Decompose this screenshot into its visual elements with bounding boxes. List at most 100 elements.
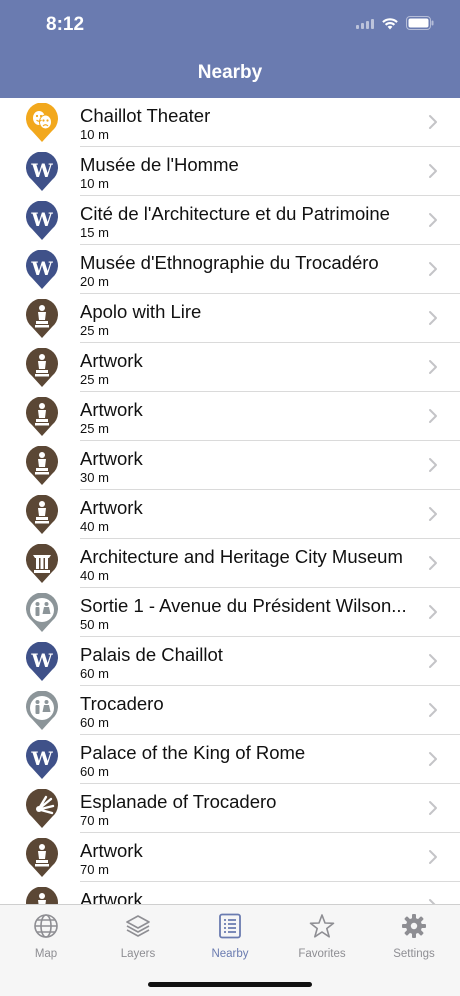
place-distance: 60 m [80, 715, 109, 730]
list-item[interactable]: W Musée de l'Homme 10 m [0, 147, 460, 196]
place-name: Artwork [80, 399, 143, 420]
place-name: Palais de Chaillot [80, 644, 223, 665]
restroom-icon [24, 592, 60, 633]
viewpoint-icon [24, 788, 60, 829]
theater-icon [24, 102, 60, 143]
tab-favorites[interactable]: Favorites [276, 913, 368, 967]
chevron-right-icon [428, 653, 438, 674]
place-distance: 10 m [80, 127, 109, 142]
place-distance: 25 m [80, 372, 109, 387]
list-item[interactable]: Artwork 25 m [0, 392, 460, 441]
svg-text:W: W [30, 650, 53, 672]
place-name: Musée de l'Homme [80, 154, 239, 175]
list-item[interactable]: Artwork 40 m [0, 490, 460, 539]
battery-icon [406, 16, 434, 30]
wikipedia-icon: W [24, 249, 60, 290]
place-distance: 30 m [80, 470, 109, 485]
chevron-right-icon [428, 702, 438, 723]
place-name: Esplanade of Trocadero [80, 791, 277, 812]
chevron-right-icon [428, 163, 438, 184]
list-item[interactable]: Apolo with Lire 25 m [0, 294, 460, 343]
tab-nearby[interactable]: Nearby [184, 913, 276, 967]
wikipedia-icon: W [24, 151, 60, 192]
place-distance: 20 m [80, 274, 109, 289]
globe-icon [0, 913, 92, 944]
list-item[interactable]: Esplanade of Trocadero 70 m [0, 784, 460, 833]
list-item[interactable]: W Palace of the King of Rome 60 m [0, 735, 460, 784]
place-name: Artwork [80, 840, 143, 861]
status-time: 8:12 [46, 14, 85, 35]
list-item[interactable]: Sortie 1 - Avenue du Président Wilson...… [0, 588, 460, 637]
star-icon [276, 913, 368, 944]
statue-icon [24, 445, 60, 486]
place-name: Artwork [80, 350, 143, 371]
wikipedia-icon: W [24, 739, 60, 780]
place-name: Musée d'Ethnographie du Trocadéro [80, 252, 379, 273]
place-name: Chaillot Theater [80, 105, 211, 126]
header: 8:12 Nearby [0, 0, 460, 98]
list-item[interactable]: Artwork 70 m [0, 833, 460, 882]
tab-label: Map [34, 948, 58, 960]
place-name: Artwork [80, 448, 143, 469]
signal-icon [356, 17, 374, 29]
list-item[interactable]: Artwork 25 m [0, 343, 460, 392]
place-distance: 70 m [80, 862, 109, 877]
chevron-right-icon [428, 114, 438, 135]
place-name: Sortie 1 - Avenue du Président Wilson... [80, 595, 407, 616]
tab-settings[interactable]: Settings [368, 913, 460, 967]
place-distance: 40 m [80, 519, 109, 534]
statue-icon [24, 298, 60, 339]
chevron-right-icon [428, 506, 438, 527]
place-name: Artwork [80, 497, 143, 518]
tab-map[interactable]: Map [0, 913, 92, 967]
chevron-right-icon [428, 408, 438, 429]
tab-label: Layers [120, 948, 156, 960]
list-item[interactable]: W Musée d'Ethnographie du Trocadéro 20 m [0, 245, 460, 294]
tab-layers[interactable]: Layers [92, 913, 184, 967]
list-item[interactable]: Architecture and Heritage City Museum 40 … [0, 539, 460, 588]
status-icons [356, 16, 434, 30]
page-title: Nearby [197, 62, 263, 83]
place-name: Palace of the King of Rome [80, 742, 306, 763]
place-distance: 10 m [80, 176, 109, 191]
statue-icon [24, 886, 60, 904]
place-name: Artwork [80, 889, 143, 904]
list-icon [184, 913, 276, 944]
nearby-list[interactable]: Chaillot Theater 10 m W Musée de l'Homme 10 … [0, 98, 460, 904]
list-item[interactable]: W Palais de Chaillot 60 m [0, 637, 460, 686]
place-distance: 60 m [80, 764, 109, 779]
chevron-right-icon [428, 555, 438, 576]
wikipedia-icon: W [24, 200, 60, 241]
list-item[interactable]: Trocadero 60 m [0, 686, 460, 735]
tab-label: Favorites [298, 948, 346, 960]
place-name: Cité de l'Architecture et du Patrimoine [80, 203, 390, 224]
statue-icon [24, 837, 60, 878]
place-distance: 25 m [80, 421, 109, 436]
list-item[interactable]: Artwork [0, 882, 460, 904]
svg-text:W: W [30, 160, 53, 182]
chevron-right-icon [428, 457, 438, 478]
chevron-right-icon [428, 849, 438, 870]
home-indicator [148, 982, 312, 987]
chevron-right-icon [428, 751, 438, 772]
list-item[interactable]: W Cité de l'Architecture et du Patrimoine… [0, 196, 460, 245]
svg-text:W: W [30, 258, 53, 280]
tab-label: Settings [393, 948, 435, 960]
statue-icon [24, 347, 60, 388]
place-distance: 25 m [80, 323, 109, 338]
gear-icon [368, 913, 460, 944]
chevron-right-icon [428, 310, 438, 331]
restroom-icon [24, 690, 60, 731]
chevron-right-icon [428, 800, 438, 821]
statue-icon [24, 396, 60, 437]
list-item[interactable]: Artwork 30 m [0, 441, 460, 490]
place-distance: 50 m [80, 617, 109, 632]
chevron-right-icon [428, 212, 438, 233]
place-name: Trocadero [80, 693, 164, 714]
wifi-icon [381, 17, 399, 30]
place-name: Apolo with Lire [80, 301, 202, 322]
place-name: Architecture and Heritage City Museum [80, 546, 403, 567]
list-item[interactable]: Chaillot Theater 10 m [0, 98, 460, 147]
place-distance: 40 m [80, 568, 109, 583]
place-distance: 70 m [80, 813, 109, 828]
